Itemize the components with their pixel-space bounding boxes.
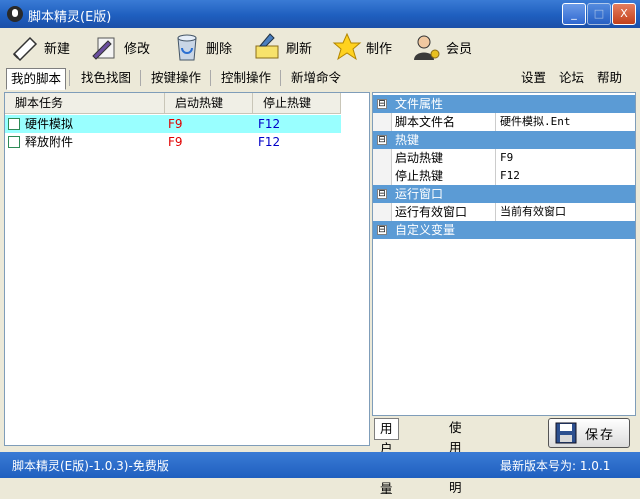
task-checkbox[interactable] [8,118,20,130]
column-header-start[interactable]: 启动热键 [165,93,253,113]
new-label: 新建 [44,41,71,57]
refresh-label: 刷新 [286,41,313,57]
status-bar: 脚本精灵(E版)-1.0.3)-免费版 最新版本号为: 1.0.1 [0,452,640,478]
category-title: 运行窗口 [395,187,444,201]
member-icon [414,35,440,60]
property-grid: ⊟ 文件属性 脚本文件名 硬件模拟.Ent ⊟ 热键 启动热键 F9 停止热键 … [372,92,636,416]
property-name: 运行有效窗口 [395,203,496,221]
list-item[interactable]: 硬件模拟 F9 F12 [5,115,341,133]
floppy-disk-icon [555,422,577,444]
delete-label: 删除 [206,41,233,57]
property-value[interactable]: 硬件模拟.Ent [500,113,571,131]
category-custom-vars[interactable]: ⊟ 自定义变量 [373,221,635,239]
column-header-task[interactable]: 脚本任务 [5,93,165,113]
column-header-stop[interactable]: 停止热键 [253,93,341,113]
window-title: 脚本精灵(E版) [28,10,112,25]
latest-version: 最新版本号为: 1.0.1 [500,459,611,473]
category-title: 文件属性 [395,97,444,111]
collapse-toggle[interactable]: ⊟ [377,189,387,199]
list-header: 脚本任务 启动热键 停止热键 [5,93,341,114]
toolbar: 新建 修改 删除 刷新 制作 会员 [0,28,640,66]
edit-label: 修改 [124,41,151,57]
tab-instructions[interactable]: 使用说明 [444,418,467,495]
property-value[interactable]: 当前有效窗口 [500,203,566,221]
row-gutter [373,113,392,131]
collapse-toggle[interactable]: ⊟ [377,135,387,145]
save-button[interactable]: 保存 [548,418,630,448]
version-status: 脚本精灵(E版)-1.0.3)-免费版 [12,459,169,473]
property-row[interactable]: 停止热键 F12 [373,167,635,186]
tab-control-ops[interactable]: 控制操作 [217,68,275,88]
task-start-hotkey: F9 [168,117,183,131]
property-name: 停止热键 [395,167,496,185]
delete-button[interactable]: 删除 [172,32,232,62]
forum-link[interactable]: 论坛 [559,68,584,88]
title-bar: 脚本精灵(E版) _ □ X [0,0,640,28]
member-label: 会员 [446,41,473,57]
property-row[interactable]: 运行有效窗口 当前有效窗口 [373,203,635,222]
tab-my-scripts[interactable]: 我的脚本 [6,68,67,90]
tab-find-color[interactable]: 找色找图 [77,68,135,88]
star-icon [332,32,362,61]
property-value[interactable]: F9 [500,149,513,167]
property-row[interactable]: 启动热键 F9 [373,149,635,168]
collapse-toggle[interactable]: ⊟ [377,225,387,235]
property-value[interactable]: F12 [500,167,520,185]
category-hotkeys[interactable]: ⊟ 热键 [373,131,635,149]
task-name: 释放附件 [25,135,74,149]
task-name: 硬件模拟 [25,117,74,131]
refresh-button[interactable]: 刷新 [252,32,312,62]
close-button[interactable]: X [612,3,636,25]
edit-button[interactable]: 修改 [90,32,150,62]
delete-icon [177,34,197,61]
maximize-button[interactable]: □ [587,3,611,25]
task-checkbox[interactable] [8,136,20,148]
make-label: 制作 [366,41,393,57]
tab-bar: 我的脚本 找色找图 按键操作 控制操作 新增命令 设置 论坛 帮助 [0,66,640,90]
help-link[interactable]: 帮助 [597,68,622,88]
task-stop-hotkey: F12 [258,117,281,131]
tab-separator [140,70,141,86]
settings-link[interactable]: 设置 [521,68,546,88]
task-start-hotkey: F9 [168,135,183,149]
tab-user-variables[interactable]: 用户变量 [374,418,399,496]
script-list: 脚本任务 启动热键 停止热键 硬件模拟 F9 F12 释放附件 F9 F12 [4,92,370,446]
make-button[interactable]: 制作 [332,32,392,62]
row-gutter [373,149,392,167]
tab-separator [210,70,211,86]
category-title: 热键 [395,133,420,147]
task-stop-hotkey: F12 [258,135,281,149]
property-name: 启动热键 [395,149,496,167]
row-gutter [373,167,392,185]
collapse-toggle[interactable]: ⊟ [377,99,387,109]
category-title: 自定义变量 [395,223,456,237]
category-run-window[interactable]: ⊟ 运行窗口 [373,185,635,203]
new-button[interactable]: 新建 [10,32,70,62]
edit-icon [92,37,115,60]
property-row[interactable]: 脚本文件名 硬件模拟.Ent [373,113,635,132]
new-icon [12,36,38,62]
app-icon [7,6,23,22]
refresh-icon [255,33,279,59]
member-button[interactable]: 会员 [412,32,472,62]
row-gutter [373,203,392,221]
tab-separator [69,70,70,86]
list-item[interactable]: 释放附件 F9 F12 [5,133,341,151]
tab-key-ops[interactable]: 按键操作 [147,68,205,88]
tab-separator [280,70,281,86]
save-label: 保存 [585,427,616,443]
category-file-props[interactable]: ⊟ 文件属性 [373,95,635,113]
tab-new-commands[interactable]: 新增命令 [287,68,345,88]
property-name: 脚本文件名 [395,113,496,131]
minimize-button[interactable]: _ [562,3,586,25]
